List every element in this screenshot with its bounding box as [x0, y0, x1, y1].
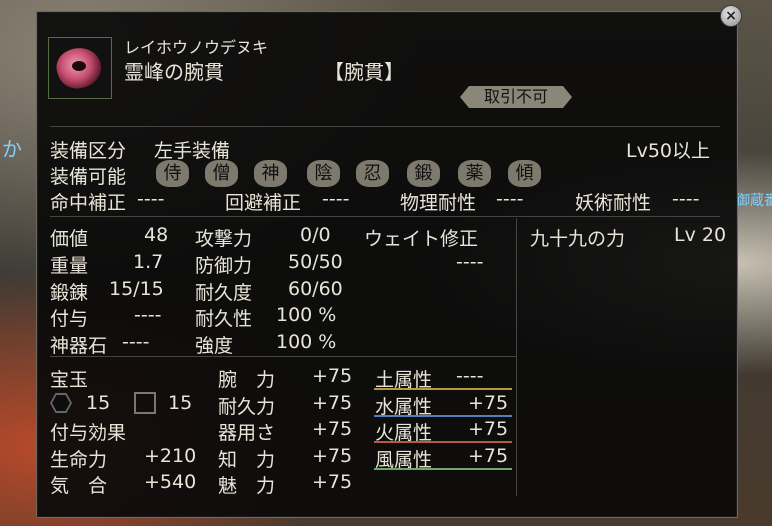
earth-underline	[374, 388, 512, 390]
wind-attr-value: +75	[468, 445, 509, 467]
class-badge: 傾	[508, 160, 541, 187]
evasion-correction-value: ----	[322, 188, 350, 210]
endurance-value: 100 %	[276, 304, 337, 326]
cha-value: +75	[312, 471, 353, 493]
physical-resist-label: 物理耐性	[400, 192, 477, 214]
int-value: +75	[312, 445, 353, 467]
spirit-label: 気 合	[50, 475, 108, 497]
class-badge: 薬	[458, 160, 491, 187]
class-badge: 鍛	[407, 160, 440, 187]
class-badge: 神	[254, 160, 287, 187]
divider	[50, 126, 720, 127]
hit-correction-label: 命中補正	[50, 192, 127, 214]
close-icon[interactable]: ×	[720, 5, 742, 27]
hex-socket-count: 15	[86, 392, 111, 414]
dex-label: 器用さ	[218, 422, 276, 444]
spirit-value: +540	[144, 471, 197, 493]
class-badge: 忍	[356, 160, 389, 187]
hit-correction-value: ----	[137, 188, 165, 210]
background-text-right: 御蔵番	[736, 193, 772, 209]
cha-label: 魅 力	[218, 475, 276, 497]
strength-label: 強度	[195, 335, 234, 357]
wind-underline	[374, 468, 512, 470]
earth-attr-value: ----	[456, 365, 484, 387]
attack-value: 0/0	[300, 224, 331, 246]
value-label: 価値	[50, 228, 89, 250]
vitality-label: 生命力	[50, 449, 108, 471]
weight-fix-label: ウェイト修正	[364, 228, 479, 250]
weight-value: 1.7	[133, 251, 164, 273]
fire-underline	[374, 441, 512, 443]
weight-fix-value: ----	[456, 251, 484, 273]
gem-label: 宝玉	[50, 369, 89, 391]
attack-label: 攻撃力	[195, 228, 253, 250]
int-label: 知 力	[218, 449, 276, 471]
item-icon	[48, 37, 112, 99]
forge-label: 鍛錬	[50, 282, 89, 304]
magic-resist-label: 妖術耐性	[575, 192, 652, 214]
str-value: +75	[312, 365, 353, 387]
enchant-value: ----	[134, 304, 162, 326]
skill-value: Lv 20	[674, 224, 727, 246]
water-underline	[374, 415, 512, 417]
str-label: 腕 力	[218, 369, 276, 391]
class-badge: 僧	[205, 160, 238, 187]
durability-label: 耐久度	[195, 282, 253, 304]
con-label: 耐久力	[218, 396, 276, 418]
square-socket-icon	[134, 392, 156, 414]
divine-stone-label: 神器石	[50, 335, 108, 357]
con-value: +75	[312, 392, 353, 414]
strength-value: 100 %	[276, 331, 337, 353]
usable-classes-label: 装備可能	[50, 166, 127, 188]
trade-status-badge: 取引不可	[460, 86, 572, 108]
water-attr-value: +75	[468, 392, 509, 414]
column-divider	[516, 218, 517, 496]
item-name: 霊峰の腕貫	[124, 60, 224, 84]
level-requirement: Lv50以上	[626, 140, 711, 162]
item-type: 【腕貫】	[324, 60, 404, 84]
fire-attr-value: +75	[468, 418, 509, 440]
enchant-label: 付与	[50, 308, 89, 330]
divider	[50, 216, 720, 217]
defense-label: 防御力	[195, 255, 253, 277]
forge-value: 15/15	[109, 278, 164, 300]
equip-slot-label: 装備区分	[50, 140, 127, 162]
equip-slot-value: 左手装備	[154, 140, 231, 162]
defense-value: 50/50	[288, 251, 343, 273]
vitality-value: +210	[144, 445, 197, 467]
evasion-correction-label: 回避補正	[225, 192, 302, 214]
endurance-label: 耐久性	[195, 308, 253, 330]
divider	[50, 356, 516, 357]
square-socket-count: 15	[168, 392, 193, 414]
physical-resist-value: ----	[496, 188, 524, 210]
dex-value: +75	[312, 418, 353, 440]
divine-stone-value: ----	[122, 331, 150, 353]
background-text-left: か	[2, 137, 22, 161]
effects-label: 付与効果	[50, 422, 127, 444]
class-badge: 侍	[156, 160, 189, 187]
weight-label: 重量	[50, 255, 89, 277]
value-value: 48	[144, 224, 169, 246]
magic-resist-value: ----	[672, 188, 700, 210]
skill-label: 九十九の力	[530, 228, 626, 250]
item-reading: レイホウノウデヌキ	[124, 38, 269, 57]
durability-value: 60/60	[288, 278, 343, 300]
class-badge: 陰	[307, 160, 340, 187]
